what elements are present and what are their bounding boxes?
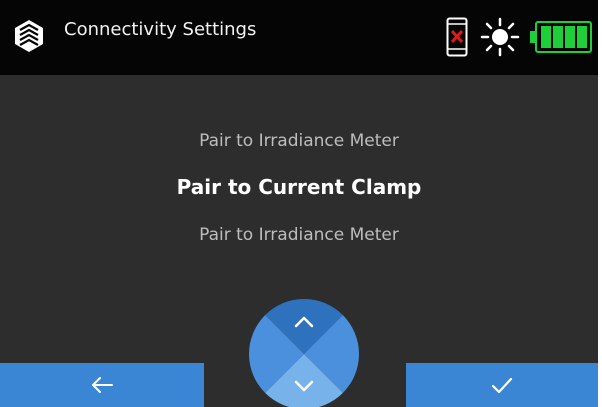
page-title: Connectivity Settings bbox=[64, 19, 257, 40]
arrow-left-icon bbox=[92, 377, 113, 393]
sun-brightness-icon[interactable] bbox=[480, 17, 520, 57]
checkmark-icon bbox=[491, 377, 513, 394]
device-screen: Connectivity Settings Pair to Irradiance… bbox=[0, 0, 598, 407]
header-bar: Connectivity Settings bbox=[0, 0, 598, 75]
menu-item-pair-irradiance-meter-2[interactable]: Pair to Irradiance Meter bbox=[0, 225, 598, 245]
menu-item-pair-current-clamp[interactable]: Pair to Current Clamp bbox=[0, 175, 598, 199]
confirm-button[interactable] bbox=[406, 363, 598, 407]
battery-full-icon bbox=[530, 21, 592, 53]
back-button[interactable] bbox=[0, 363, 204, 407]
menu-item-pair-irradiance-meter-1[interactable]: Pair to Irradiance Meter bbox=[0, 131, 598, 151]
navigation-dpad[interactable] bbox=[248, 298, 360, 407]
brand-logo-icon bbox=[14, 19, 44, 53]
phone-disconnected-icon bbox=[446, 17, 468, 57]
